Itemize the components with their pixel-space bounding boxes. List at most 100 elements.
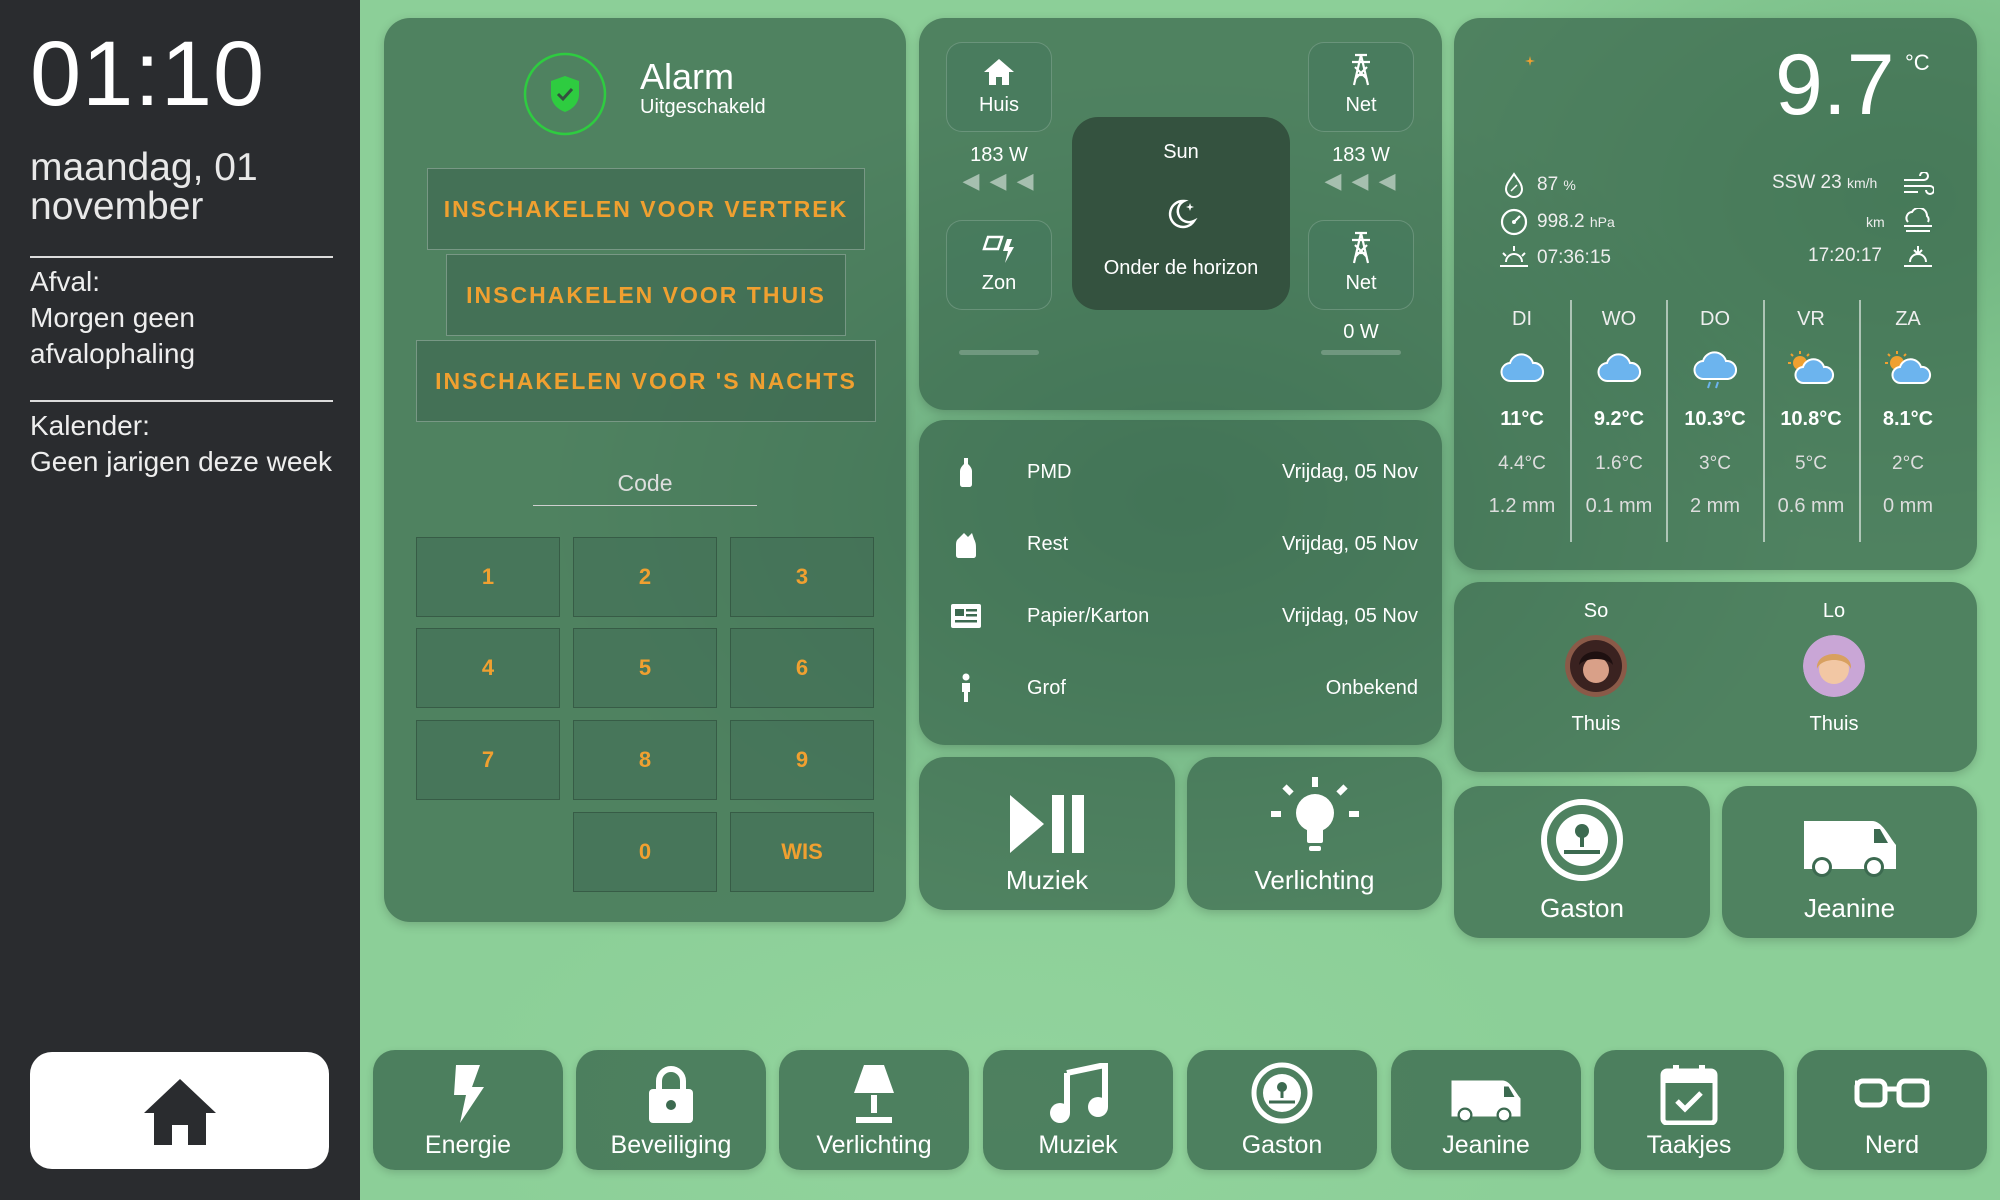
trash-bag-icon bbox=[950, 528, 982, 560]
arm-home-button[interactable]: INSCHAKELEN VOOR THUIS bbox=[446, 254, 846, 336]
humidity-unit: % bbox=[1563, 177, 1576, 193]
arm-night-button[interactable]: INSCHAKELEN VOOR 'S NACHTS bbox=[416, 340, 876, 422]
nav-energie[interactable]: Energie bbox=[373, 1050, 563, 1170]
divider bbox=[30, 400, 333, 402]
nav-beveiliging[interactable]: Beveiliging bbox=[576, 1050, 766, 1170]
forecast-day-label: DI bbox=[1512, 308, 1532, 330]
partly-cloudy-icon bbox=[1885, 351, 1932, 384]
arm-away-button[interactable]: INSCHAKELEN VOOR VERTREK bbox=[427, 168, 865, 250]
forecast-day: DI 11°C 4.4°C 1.2 mm bbox=[1474, 300, 1570, 518]
keypad-clear-button[interactable]: WIS bbox=[730, 812, 874, 892]
forecast-rain: 1.2 mm bbox=[1488, 495, 1556, 517]
pressure-unit: hPa bbox=[1589, 214, 1615, 230]
keypad-key-8[interactable]: 8 bbox=[573, 720, 717, 800]
nav-taakjes[interactable]: Taakjes bbox=[1594, 1050, 1784, 1170]
fog-icon bbox=[1904, 208, 1932, 232]
sunrise-icon bbox=[1500, 246, 1528, 267]
keypad-key-2[interactable]: 2 bbox=[573, 537, 717, 617]
clock: 01:10 bbox=[30, 23, 266, 125]
person-lo[interactable]: Lo Thuis bbox=[1764, 600, 1904, 736]
humidity-icon bbox=[1504, 172, 1524, 198]
keypad-key-1[interactable]: 1 bbox=[416, 537, 560, 617]
rainy-icon bbox=[1693, 351, 1737, 389]
code-input[interactable]: Code bbox=[533, 470, 757, 497]
home-icon bbox=[143, 1078, 216, 1145]
waste-row-grof: Grof Onbekend bbox=[920, 668, 1418, 708]
energy-net-top-label: Net bbox=[1345, 94, 1377, 116]
keypad-key-6[interactable]: 6 bbox=[730, 628, 874, 708]
nav-muziek[interactable]: Muziek bbox=[983, 1050, 1173, 1170]
energy-huis-value: 183 W bbox=[970, 144, 1028, 166]
verlichting-label: Verlichting bbox=[1254, 865, 1375, 895]
forecast-day-label: DO bbox=[1700, 308, 1730, 330]
forecast-high: 11°C bbox=[1500, 408, 1544, 430]
energy-zon[interactable]: Zon bbox=[946, 220, 1052, 310]
nav-label: Beveiliging bbox=[610, 1131, 732, 1159]
robot-vacuum-icon bbox=[1541, 799, 1623, 881]
energy-net-top[interactable]: Net bbox=[1308, 42, 1414, 132]
nav-verlichting[interactable]: Verlichting bbox=[779, 1050, 969, 1170]
waste-name: Grof bbox=[1027, 676, 1066, 699]
nav-label: Energie bbox=[424, 1131, 512, 1159]
alarm-title: Alarm bbox=[640, 56, 735, 97]
zon-bar bbox=[959, 350, 1039, 355]
person-name: So bbox=[1583, 600, 1609, 622]
waste-date: Vrijdag, 05 Nov bbox=[1282, 532, 1418, 555]
lightning-icon bbox=[454, 1065, 484, 1123]
kalender-label: Kalender: bbox=[30, 410, 150, 441]
home-icon bbox=[984, 59, 1014, 85]
person-state: Thuis bbox=[1809, 713, 1859, 735]
gaston-tile[interactable]: Gaston bbox=[1454, 786, 1710, 938]
keypad-key-9[interactable]: 9 bbox=[730, 720, 874, 800]
person-name: Lo bbox=[1822, 600, 1846, 622]
nav-jeanine[interactable]: Jeanine bbox=[1391, 1050, 1581, 1170]
keypad-key-0[interactable]: 0 bbox=[573, 812, 717, 892]
night-clear-icon bbox=[1525, 56, 1592, 126]
weather-sunrise: 07:36:15 bbox=[1537, 247, 1611, 268]
verlichting-tile[interactable]: Verlichting bbox=[1187, 757, 1442, 910]
muziek-tile[interactable]: Muziek bbox=[919, 757, 1175, 910]
muziek-label: Muziek bbox=[1005, 865, 1089, 895]
keypad-key-5[interactable]: 5 bbox=[573, 628, 717, 708]
nav-nerd[interactable]: Nerd bbox=[1797, 1050, 1987, 1170]
waste-row-pmd: PMD Vrijdag, 05 Nov bbox=[920, 452, 1418, 492]
solar-power-icon bbox=[982, 235, 1014, 263]
nav-gaston[interactable]: Gaston bbox=[1187, 1050, 1377, 1170]
keypad-key-7[interactable]: 7 bbox=[416, 720, 560, 800]
jeanine-tile[interactable]: Jeanine bbox=[1722, 786, 1977, 938]
keypad-key-4[interactable]: 4 bbox=[416, 628, 560, 708]
transmission-tower-icon bbox=[1352, 53, 1370, 86]
van-icon bbox=[1803, 821, 1896, 877]
weather-wind: SSW 23 km/h bbox=[1772, 172, 1877, 194]
afval-label: Afval: bbox=[30, 266, 101, 297]
van-icon bbox=[1451, 1080, 1521, 1123]
waste-date: Vrijdag, 05 Nov bbox=[1282, 604, 1418, 627]
forecast-rain: 2 mm bbox=[1690, 495, 1740, 517]
forecast-high: 9.2°C bbox=[1593, 408, 1645, 430]
forecast-day-label: VR bbox=[1797, 308, 1825, 330]
afval-value: Morgen geen afvalophaling bbox=[30, 302, 196, 369]
person-so[interactable]: So Thuis bbox=[1526, 600, 1666, 736]
energy-net-bottom-value: 0 W bbox=[1343, 321, 1379, 343]
energy-net-bottom-label: Net bbox=[1345, 272, 1377, 294]
forecast-low: 2°C bbox=[1892, 453, 1924, 474]
calendar-check-icon bbox=[1660, 1065, 1718, 1125]
forecast-low: 5°C bbox=[1795, 453, 1827, 474]
kalender-value: Geen jarigen deze week bbox=[30, 446, 332, 477]
sun-state-box[interactable]: Sun Onder de horizon bbox=[1072, 117, 1290, 310]
forecast-high: 10.3°C bbox=[1684, 408, 1746, 430]
keypad-key-3[interactable]: 3 bbox=[730, 537, 874, 617]
gaston-label: Gaston bbox=[1540, 893, 1624, 923]
waste-date: Vrijdag, 05 Nov bbox=[1282, 460, 1418, 483]
cloudy-icon bbox=[1500, 353, 1544, 383]
weather-visibility: km bbox=[1866, 211, 1885, 233]
avatar bbox=[1565, 635, 1627, 697]
forecast-high: 10.8°C bbox=[1780, 408, 1842, 430]
net-bar bbox=[1321, 350, 1401, 355]
forecast-low: 3°C bbox=[1699, 453, 1731, 474]
forecast-day-label: WO bbox=[1601, 308, 1637, 330]
nav-label: Nerd bbox=[1864, 1131, 1920, 1159]
home-button[interactable] bbox=[30, 1052, 329, 1169]
energy-huis[interactable]: Huis bbox=[946, 42, 1052, 132]
energy-net-bottom[interactable]: Net bbox=[1308, 220, 1414, 310]
